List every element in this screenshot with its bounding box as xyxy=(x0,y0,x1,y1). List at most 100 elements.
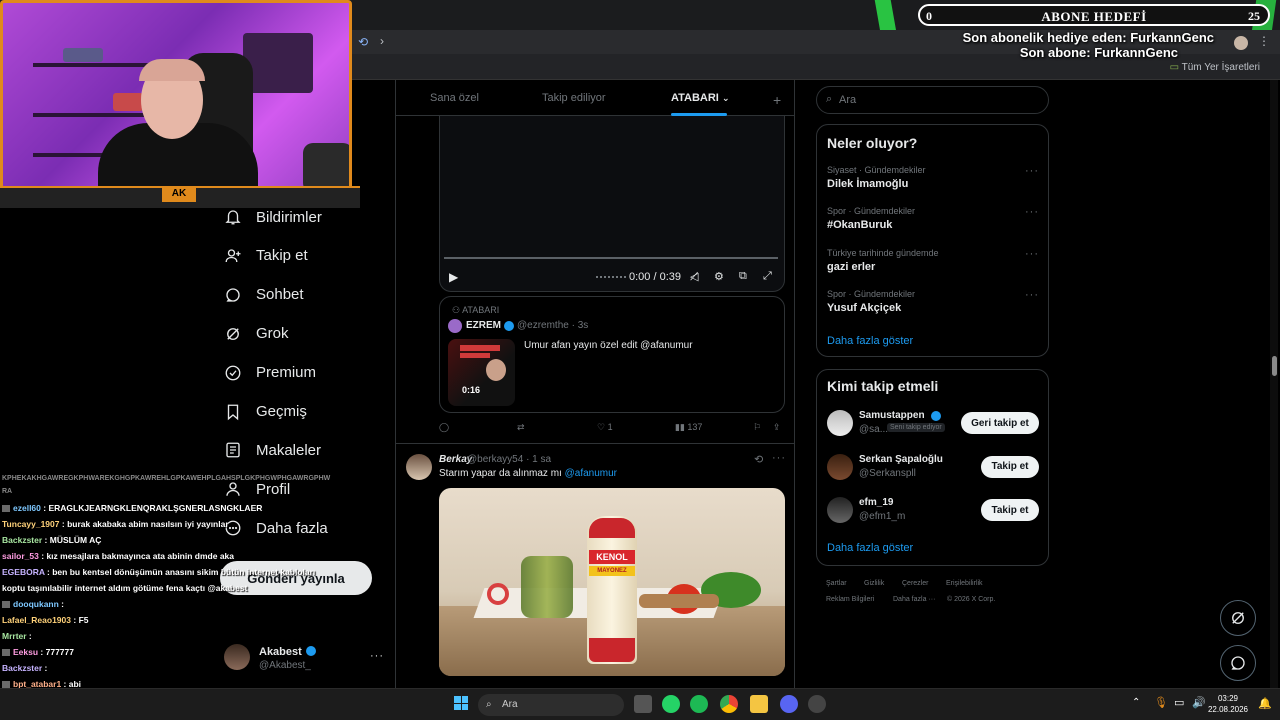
chat-message: Mrrter : xyxy=(2,631,32,641)
chat-username: ezell60 xyxy=(13,503,41,513)
more-dots-icon[interactable]: ··· xyxy=(1025,289,1039,301)
video-player[interactable] xyxy=(439,116,785,292)
chat-username: Mrrter xyxy=(2,631,27,641)
bell-icon xyxy=(224,208,242,226)
more-dots-icon[interactable]: ··· xyxy=(1025,165,1039,177)
task-view-icon[interactable] xyxy=(634,695,652,713)
trend-category: Spor · Gündemdekiler xyxy=(827,288,916,299)
video-progress-bar[interactable] xyxy=(444,257,778,259)
sidebar-item-bell[interactable]: Bildirimler xyxy=(224,202,322,232)
sidebar-item-chat[interactable]: Sohbet xyxy=(224,280,304,310)
quote-video-thumbnail[interactable]: 0:16 xyxy=(448,339,515,406)
bookmark-icon[interactable]: ⚐ xyxy=(753,422,761,433)
sidebar-item-more-circle[interactable]: Daha fazla xyxy=(224,513,328,543)
search-input[interactable]: ⌕ Ara xyxy=(816,86,1049,114)
search-icon: ⌕ xyxy=(826,93,833,105)
page-scrollbar[interactable] xyxy=(1270,80,1278,688)
profile-avatar[interactable] xyxy=(1234,36,1248,50)
sidebar-item-article[interactable]: Makaleler xyxy=(224,435,321,465)
gift-sub-line: Son abonelik hediye eden: FurkannGenc xyxy=(962,30,1214,45)
retweet-icon[interactable]: ⇄ xyxy=(517,422,525,433)
account-switcher[interactable]: Akabest @Akabest_ ··· xyxy=(224,642,384,676)
all-bookmarks-link[interactable]: ▭ Tüm Yer İşaretleri xyxy=(1170,62,1260,73)
fullscreen-icon[interactable]: ⤢ xyxy=(763,270,772,283)
mention-link[interactable]: @afanumur xyxy=(565,468,617,479)
footer-link[interactable]: Daha fazla ··· xyxy=(893,596,935,603)
footer-link[interactable]: Erişilebilirlik xyxy=(946,580,983,587)
chat-username: Tuncayy_1907 xyxy=(2,519,60,529)
volume-slider[interactable] xyxy=(596,276,626,278)
trend-item[interactable]: Spor · Gündemdekiler Yusuf Akçiçek ··· xyxy=(827,289,1039,323)
footer-link[interactable]: Reklam Bilgileri xyxy=(826,596,874,603)
tab-atabari[interactable]: ATABARI ⌄ xyxy=(671,92,729,104)
tweet[interactable]: Berkay @berkayy54 · 1 sa ⟲ ··· Starım ya… xyxy=(396,443,794,688)
more-dots-icon[interactable]: ··· xyxy=(1025,206,1039,218)
follow-suggestion[interactable]: Serkan Şapaloğlu @Serkanspll Takip et xyxy=(827,452,1039,482)
grok-icon[interactable]: ⟲ xyxy=(754,453,763,466)
notification-bell-icon[interactable]: 🔔 xyxy=(1258,697,1272,710)
suggestion-name: efm_19 xyxy=(859,497,894,508)
footer-link[interactable]: Şartlar xyxy=(826,580,847,587)
chat-separator: : xyxy=(42,663,48,673)
sidebar-item-premium-check[interactable]: Premium xyxy=(224,358,316,388)
trend-name: Dilek İmamoğlu xyxy=(827,178,909,190)
footer-link[interactable]: Çerezler xyxy=(902,580,928,587)
tray-chevron-icon[interactable]: ⌃ xyxy=(1132,697,1140,708)
app-icon[interactable] xyxy=(808,695,826,713)
reply-icon[interactable]: ◯ xyxy=(439,422,449,433)
trend-category: Spor · Gündemdekiler xyxy=(827,206,916,217)
settings-gear-icon[interactable]: ⚙ xyxy=(714,270,724,283)
sidebar-item-bookmark[interactable]: Geçmiş xyxy=(224,397,307,427)
grok-float-button[interactable] xyxy=(1220,600,1256,636)
sidebar-item-grok[interactable]: Grok xyxy=(224,319,289,349)
sidebar-item-person-add[interactable]: Takip et xyxy=(224,241,308,271)
views-count[interactable]: ▮▮ 137 xyxy=(675,422,702,433)
footer-link[interactable]: Gizlilik xyxy=(864,580,884,587)
trend-item[interactable]: Türkiye tarihinde gündemde gazi erler ··· xyxy=(827,248,1039,282)
taskbar-search[interactable]: ⌕ Ara xyxy=(478,694,624,716)
volume-icon[interactable]: 🔊 xyxy=(1192,696,1206,709)
file-explorer-icon[interactable] xyxy=(750,695,768,713)
more-dots-icon[interactable]: ··· xyxy=(1025,248,1039,260)
follow-suggestion[interactable]: efm_19 @efm1_m Takip et xyxy=(827,495,1039,525)
trends-show-more[interactable]: Daha fazla göster xyxy=(827,335,913,347)
mute-icon[interactable]: ◁̸ xyxy=(690,270,698,283)
chat-text: 777777 xyxy=(45,647,74,657)
tweet-author-avatar[interactable] xyxy=(406,454,432,480)
scroll-thumb[interactable] xyxy=(1272,356,1277,376)
microphone-icon[interactable]: 🎙 xyxy=(1154,696,1168,709)
follow-button[interactable]: Takip et xyxy=(981,499,1039,521)
follow-show-more[interactable]: Daha fazla göster xyxy=(827,542,913,554)
like-button[interactable]: ♡ 1 xyxy=(597,422,613,433)
trend-item[interactable]: Siyaset · Gündemdekiler Dilek İmamoğlu ··· xyxy=(827,165,1039,199)
premium-check-icon xyxy=(224,364,242,382)
network-icon[interactable]: ▭ xyxy=(1174,696,1184,709)
whatsapp-icon[interactable] xyxy=(662,695,680,713)
pip-icon[interactable]: ⧉ xyxy=(739,270,747,283)
quoted-tweet[interactable]: ⚇ ATABARI EZREM @ezremthe · 3s 0:16 Umur… xyxy=(439,296,785,413)
extension-icon[interactable]: ⟲ xyxy=(358,35,368,49)
play-icon[interactable]: ▶ xyxy=(449,270,458,284)
tab-for-you[interactable]: Sana özel xyxy=(430,92,479,104)
messages-float-button[interactable] xyxy=(1220,645,1256,681)
follow-button[interactable]: Geri takip et xyxy=(961,412,1039,434)
share-icon[interactable]: ⇪ xyxy=(773,422,781,433)
goal-target: 25 xyxy=(1248,9,1260,23)
chrome-icon[interactable] xyxy=(720,695,738,713)
sidebar-item-label: Sohbet xyxy=(256,286,304,304)
follow-button[interactable]: Takip et xyxy=(981,455,1039,478)
add-tab-icon[interactable]: + xyxy=(773,92,781,108)
more-dots-icon[interactable]: ··· xyxy=(370,650,384,662)
taskbar-clock[interactable]: 03:29 22.08.2026 xyxy=(1208,693,1248,715)
start-button[interactable] xyxy=(454,696,468,710)
menu-dots-icon[interactable]: ⋮ xyxy=(1258,34,1270,48)
trend-item[interactable]: Spor · Gündemdekiler #OkanBuruk ··· xyxy=(827,206,1039,240)
follow-suggestion[interactable]: Samustappen @sa... Seni takip ediyor Geri t… xyxy=(827,408,1039,438)
tweet-photo[interactable]: KENOL MAYONEZ xyxy=(439,488,785,676)
more-dots-icon[interactable]: ··· xyxy=(772,452,786,464)
spotify-icon[interactable] xyxy=(690,695,708,713)
chevron-right-icon[interactable]: › xyxy=(380,34,384,48)
discord-icon[interactable] xyxy=(780,695,798,713)
tab-following[interactable]: Takip ediliyor xyxy=(542,92,606,104)
suggestion-avatar xyxy=(827,497,853,523)
